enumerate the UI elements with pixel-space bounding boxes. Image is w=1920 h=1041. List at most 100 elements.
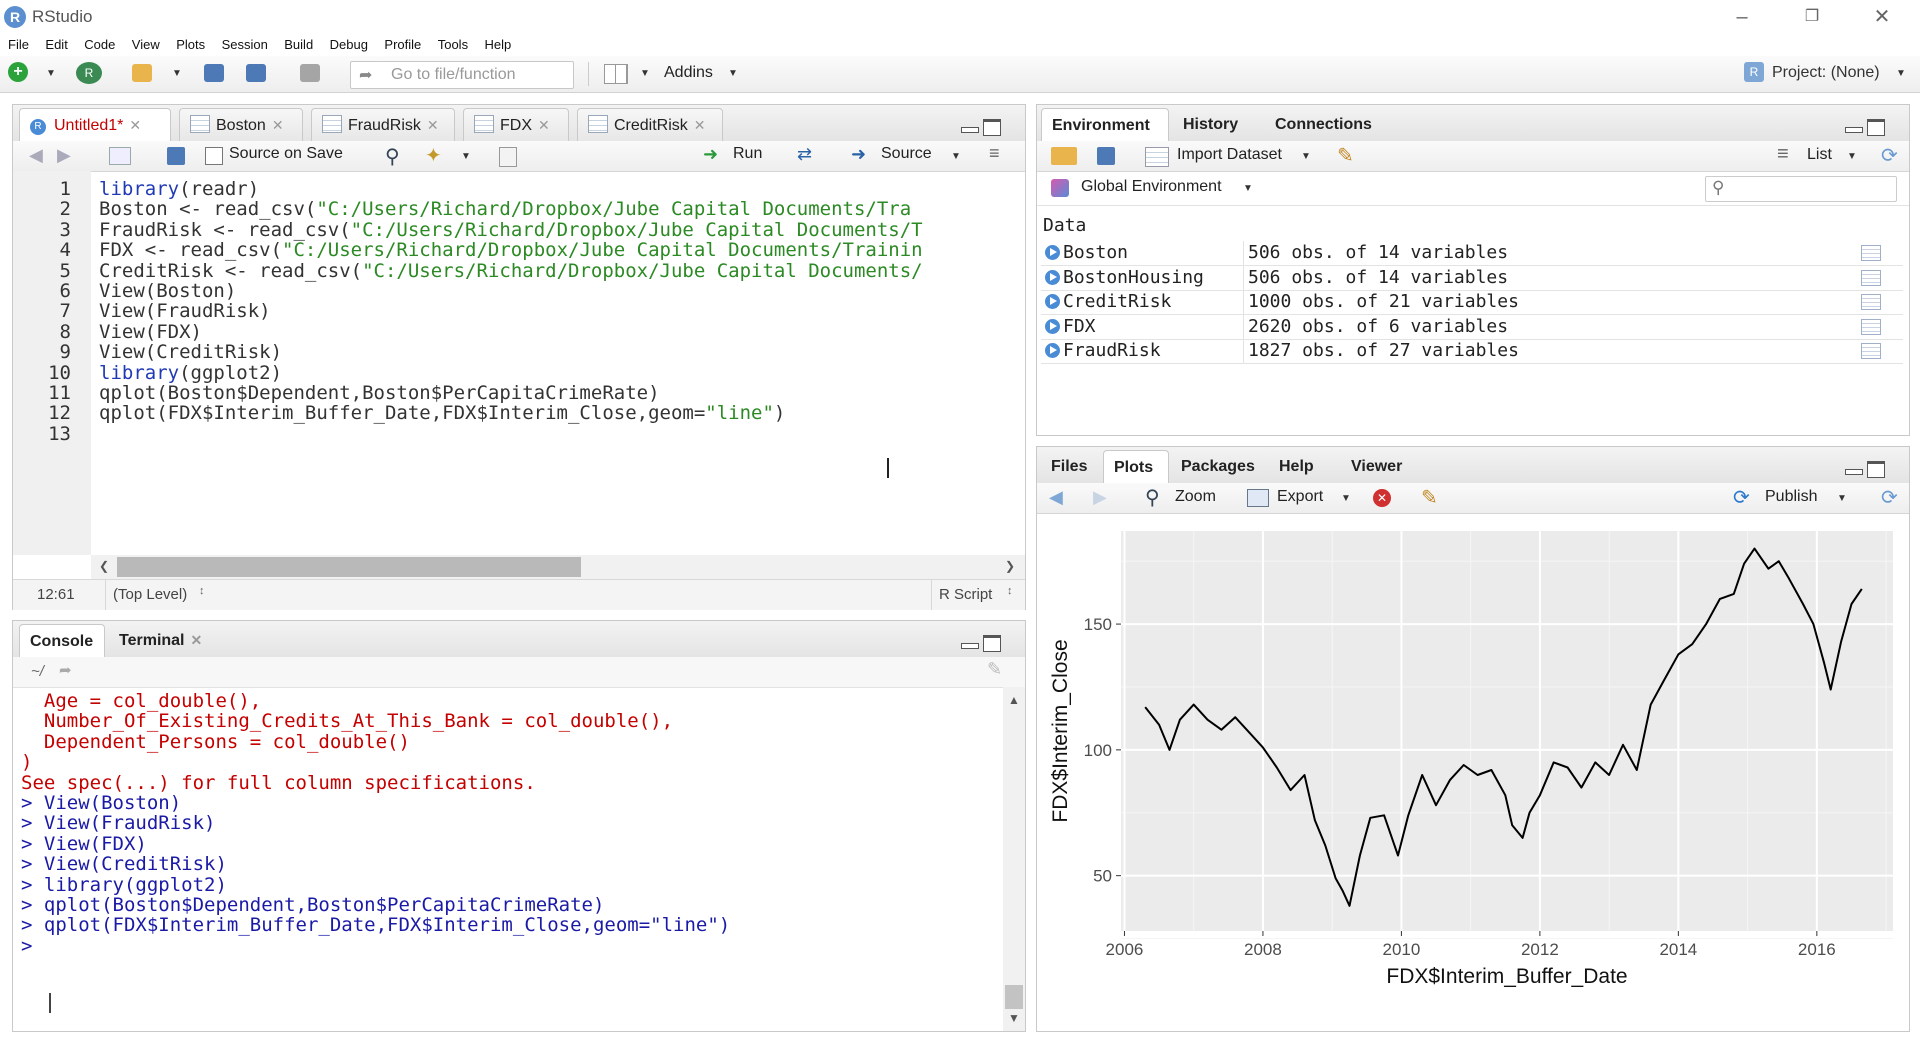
clear-console-broom-icon[interactable]: ✎ (987, 659, 1002, 680)
new-file-icon[interactable]: + (8, 62, 28, 82)
addins-dropdown-icon[interactable]: ▼ (728, 68, 738, 79)
new-project-icon[interactable]: R (76, 62, 102, 84)
publish-button[interactable]: Publish (1765, 488, 1817, 506)
environment-dropdown-icon[interactable]: ▼ (1243, 183, 1253, 194)
tab-packages[interactable]: Packages (1171, 450, 1279, 483)
scroll-left-icon[interactable]: ❮ (99, 559, 109, 573)
menu-view[interactable]: View (132, 34, 160, 56)
tab-connections[interactable]: Connections (1265, 108, 1395, 141)
addins-menu[interactable]: Addins (664, 64, 713, 82)
zoom-button[interactable]: Zoom (1175, 488, 1216, 506)
remove-plot-icon[interactable]: ✕ (1373, 489, 1391, 507)
file-type-selector[interactable]: R Script (939, 586, 992, 603)
tab-fdx[interactable]: FDX ✕ (463, 108, 569, 141)
tab-help[interactable]: Help (1269, 450, 1335, 483)
save-icon[interactable] (204, 64, 224, 82)
back-arrow-icon[interactable]: ◀ (29, 145, 43, 166)
file-type-updown-icon[interactable]: ↕ (1007, 585, 1013, 597)
source-button[interactable]: Source (881, 145, 932, 163)
menu-build[interactable]: Build (284, 34, 313, 56)
expand-object-icon[interactable] (1045, 294, 1060, 310)
save-file-icon[interactable] (167, 147, 185, 165)
expand-object-icon[interactable] (1045, 318, 1060, 334)
next-plot-icon[interactable]: ▶ (1093, 487, 1107, 508)
view-data-icon[interactable] (1861, 245, 1881, 261)
import-dataset-dropdown-icon[interactable]: ▼ (1301, 151, 1311, 162)
tab-viewer[interactable]: Viewer (1341, 450, 1421, 483)
expand-object-icon[interactable] (1045, 245, 1060, 260)
forward-arrow-icon[interactable]: ▶ (57, 145, 71, 166)
tab-creditrisk[interactable]: CreditRisk ✕ (577, 108, 723, 141)
code-tools-dropdown-icon[interactable]: ▼ (461, 151, 471, 162)
expand-object-icon[interactable] (1045, 269, 1060, 285)
export-button[interactable]: Export (1277, 488, 1323, 506)
menu-help[interactable]: Help (485, 34, 512, 56)
goto-file-function-input[interactable]: ➦ Go to file/function (350, 61, 574, 89)
project-menu[interactable]: Project: (None) (1772, 64, 1880, 82)
scroll-down-icon[interactable]: ▼ (1008, 1011, 1020, 1025)
view-mode-list[interactable]: List (1807, 146, 1832, 164)
open-file-icon[interactable] (132, 64, 152, 82)
minimize-pane-icon[interactable] (961, 643, 979, 649)
refresh-plot-icon[interactable]: ⟳ (1881, 485, 1898, 510)
tab-untitled1[interactable]: R Untitled1* ✕ (19, 108, 171, 142)
maximize-pane-icon[interactable] (1867, 461, 1885, 478)
load-workspace-icon[interactable] (1051, 147, 1077, 165)
close-tab-icon[interactable]: ✕ (191, 632, 203, 648)
expand-object-icon[interactable] (1045, 343, 1060, 359)
minimize-pane-icon[interactable] (1845, 469, 1863, 475)
close-tab-icon[interactable]: ✕ (272, 117, 284, 133)
environment-selector[interactable]: Global Environment (1081, 178, 1222, 196)
restore-window-icon[interactable]: ❐ (1792, 4, 1832, 30)
menu-debug[interactable]: Debug (330, 34, 368, 56)
environment-row[interactable]: Boston 506 obs. of 14 variables (1041, 241, 1903, 266)
view-data-icon[interactable] (1861, 269, 1881, 286)
maximize-pane-icon[interactable] (983, 119, 1001, 136)
clear-workspace-broom-icon[interactable]: ✎ (1337, 143, 1354, 168)
maximize-pane-icon[interactable] (983, 635, 1001, 652)
export-dropdown-icon[interactable]: ▼ (1341, 493, 1351, 504)
view-data-icon[interactable] (1861, 318, 1881, 335)
show-in-window-icon[interactable] (109, 147, 131, 165)
tab-fraudrisk[interactable]: FraudRisk ✕ (311, 108, 455, 141)
scrollbar-thumb[interactable] (117, 557, 581, 577)
save-all-icon[interactable] (246, 64, 266, 82)
environment-row[interactable]: FDX 2620 obs. of 6 variables (1041, 314, 1903, 340)
panes-dropdown-icon[interactable]: ▼ (640, 68, 650, 79)
compile-report-icon[interactable] (499, 147, 517, 167)
close-tab-icon[interactable]: ✕ (538, 117, 550, 133)
new-file-dropdown-icon[interactable]: ▼ (46, 68, 56, 79)
close-tab-icon[interactable]: ✕ (694, 117, 706, 133)
scroll-up-icon[interactable]: ▲ (1008, 693, 1020, 707)
tab-history[interactable]: History (1173, 108, 1265, 141)
scope-updown-icon[interactable]: ↕ (199, 585, 205, 597)
clear-plots-broom-icon[interactable]: ✎ (1421, 485, 1438, 510)
document-outline-icon[interactable]: ≡ (989, 143, 1000, 164)
scroll-right-icon[interactable]: ❯ (1005, 559, 1015, 573)
environment-row[interactable]: BostonHousing 506 obs. of 14 variables (1041, 265, 1903, 291)
view-data-icon[interactable] (1861, 343, 1881, 360)
tab-environment[interactable]: Environment (1041, 108, 1169, 142)
menu-tools[interactable]: Tools (438, 34, 468, 56)
menu-code[interactable]: Code (84, 34, 115, 56)
refresh-icon[interactable]: ⟳ (1881, 143, 1898, 168)
code-editor[interactable]: library(readr) Boston <- read_csv("C:/Use… (99, 179, 1019, 555)
view-data-icon[interactable] (1861, 294, 1881, 311)
source-on-save-checkbox[interactable] (205, 147, 223, 165)
close-window-icon[interactable]: ✕ (1862, 4, 1902, 30)
console-scrollbar-thumb[interactable] (1005, 985, 1023, 1009)
run-button[interactable]: Run (733, 145, 762, 163)
minimize-pane-icon[interactable] (961, 127, 979, 133)
horizontal-scrollbar[interactable]: ❮ ❯ (91, 555, 1025, 579)
print-icon[interactable] (300, 64, 320, 82)
minimize-window-icon[interactable]: – (1722, 4, 1762, 30)
tab-plots[interactable]: Plots (1103, 450, 1169, 484)
tab-boston[interactable]: Boston ✕ (179, 108, 303, 141)
scope-selector[interactable]: (Top Level) (113, 586, 187, 603)
console-output[interactable]: Age = col_double(), Number_Of_Existing_C… (21, 691, 1001, 1027)
rerun-icon[interactable]: ⇄ (797, 144, 812, 165)
minimize-pane-icon[interactable] (1845, 127, 1863, 133)
import-dataset-button[interactable]: Import Dataset (1177, 146, 1282, 164)
environment-search-input[interactable]: ⚲ (1705, 176, 1897, 202)
tab-files[interactable]: Files (1041, 450, 1105, 483)
